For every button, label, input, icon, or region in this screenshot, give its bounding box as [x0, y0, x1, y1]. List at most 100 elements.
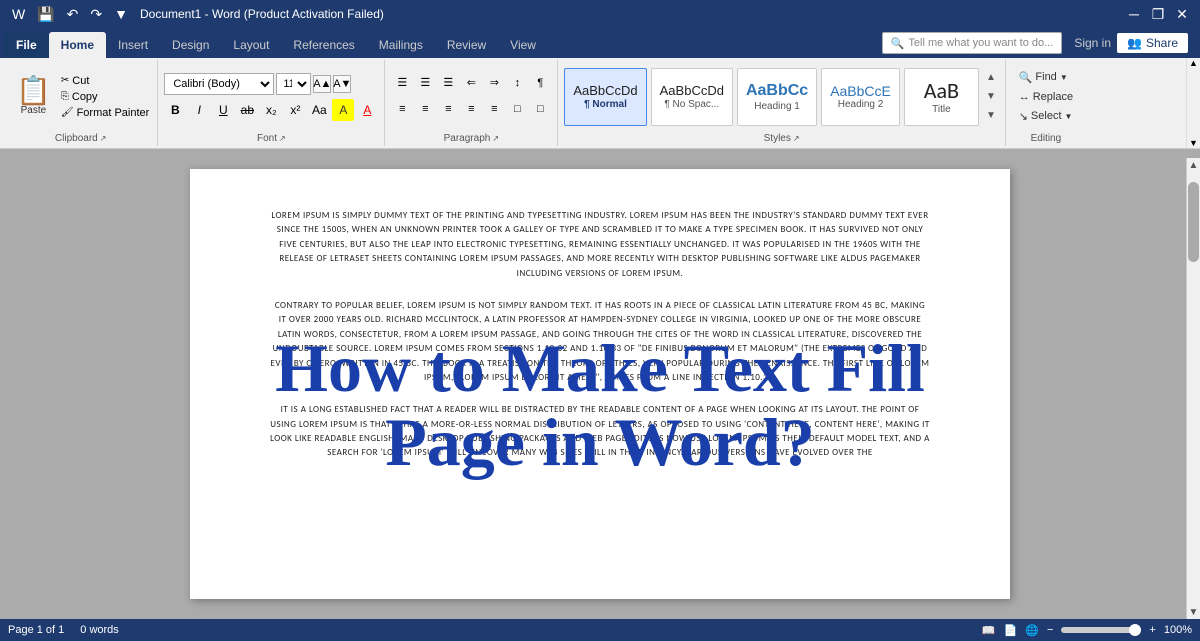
style-scroll-down[interactable]: ▼ — [986, 91, 996, 102]
strikethrough-button[interactable]: ab — [236, 99, 258, 121]
font-name-row: Calibri (Body) 11 A▲ A▼ — [164, 73, 378, 95]
close-button[interactable]: ✕ — [1172, 4, 1192, 24]
minimize-button[interactable]: ─ — [1124, 4, 1144, 24]
tab-file[interactable]: File — [4, 32, 49, 58]
view-print-icon[interactable]: 📄 — [1004, 624, 1018, 637]
multilevel-button[interactable]: ☰ — [437, 72, 459, 94]
clipboard-content: 📋 Paste ✂ Cut ⎘ Copy 🖌 — [10, 62, 151, 131]
share-icon: 👥 — [1127, 36, 1142, 50]
font-size-increase-button[interactable]: A▲ — [313, 75, 331, 93]
scroll-thumb[interactable] — [1188, 182, 1199, 262]
clipboard-expand-icon[interactable]: ↗ — [100, 134, 107, 143]
font-expand-icon[interactable]: ↗ — [279, 134, 286, 143]
font-color-button[interactable]: A — [356, 99, 378, 121]
select-dropdown-icon[interactable]: ▼ — [1065, 112, 1073, 121]
redo-icon[interactable]: ↷ — [86, 4, 106, 25]
bullets-button[interactable]: ☰ — [391, 72, 413, 94]
save-icon[interactable]: 💾 — [33, 4, 58, 25]
align-center-button[interactable]: ≡ — [414, 98, 436, 120]
signin-button[interactable]: Sign in — [1074, 36, 1111, 50]
style-no-spacing-preview: AaBbCcDd — [660, 83, 724, 99]
cut-button[interactable]: ✂ Cut — [59, 74, 151, 88]
style-no-spacing-label: ¶ No Spac... — [664, 99, 719, 110]
tell-me-input[interactable]: 🔍 Tell me what you want to do... — [882, 32, 1063, 54]
styles-expand-icon[interactable]: ↗ — [793, 134, 800, 143]
tab-insert[interactable]: Insert — [106, 32, 160, 58]
style-scroll-more[interactable]: ▼ — [986, 110, 996, 121]
tab-review[interactable]: Review — [435, 32, 498, 58]
tab-design[interactable]: Design — [160, 32, 221, 58]
tell-me-text: Tell me what you want to do... — [908, 37, 1053, 49]
italic-button[interactable]: I — [188, 99, 210, 121]
paragraph-2: CONTRARY TO POPULAR BELIEF, LOREM IPSUM … — [270, 299, 930, 385]
style-title-label: Title — [932, 104, 951, 115]
decrease-indent-button[interactable]: ⇐ — [460, 72, 482, 94]
font-name-selector[interactable]: Calibri (Body) — [164, 73, 274, 95]
increase-indent-button[interactable]: ⇒ — [483, 72, 505, 94]
styles-group: AaBbCcDd ¶ Normal AaBbCcDd ¶ No Spac... … — [558, 60, 1006, 146]
select-icon: ↘ — [1019, 110, 1028, 123]
search-icon: 🔍 — [891, 37, 905, 50]
style-normal-label: ¶ Normal — [584, 99, 627, 110]
style-heading2[interactable]: AaBbCcE Heading 2 — [821, 68, 900, 126]
underline-button[interactable]: U — [212, 99, 234, 121]
shading-button[interactable]: □ — [506, 98, 528, 120]
style-title-preview: AaB — [924, 78, 959, 104]
tab-view[interactable]: View — [498, 32, 548, 58]
sort-button[interactable]: ↕ — [506, 72, 528, 94]
tab-home[interactable]: Home — [49, 32, 106, 58]
scroll-track[interactable] — [1187, 172, 1200, 605]
undo-icon[interactable]: ↶ — [63, 4, 83, 25]
select-button[interactable]: ↘ Select ▼ — [1015, 108, 1077, 125]
view-read-icon[interactable]: 📖 — [982, 624, 996, 637]
styles-row: AaBbCcDd ¶ Normal AaBbCcDd ¶ No Spac... … — [564, 62, 999, 131]
highlight-button[interactable]: A — [332, 99, 354, 121]
font-size-selector[interactable]: 11 — [276, 73, 311, 95]
subscript-button[interactable]: x₂ — [260, 99, 282, 121]
tab-references[interactable]: References — [281, 32, 366, 58]
style-heading1[interactable]: AaBbCc Heading 1 — [737, 68, 817, 126]
editing-group: 🔍 Find ▼ ↔ Replace ↘ Select ▼ Ed — [1006, 60, 1086, 146]
replace-button[interactable]: ↔ Replace — [1015, 89, 1077, 105]
numbering-button[interactable]: ☰ — [414, 72, 436, 94]
superscript-button[interactable]: x² — [284, 99, 306, 121]
share-button[interactable]: 👥 Share — [1117, 33, 1188, 53]
tab-mailings[interactable]: Mailings — [367, 32, 435, 58]
tab-layout[interactable]: Layout — [221, 32, 281, 58]
status-right: 📖 📄 🌐 − + 100% — [982, 624, 1192, 637]
find-dropdown-icon[interactable]: ▼ — [1060, 73, 1068, 82]
change-case-button[interactable]: Aa — [308, 99, 330, 121]
restore-button[interactable]: ❐ — [1148, 4, 1168, 24]
scroll-down-button[interactable]: ▼ — [1187, 605, 1200, 619]
style-scroll-up[interactable]: ▲ — [986, 72, 996, 83]
format-painter-label: Format Painter — [77, 107, 150, 119]
customize-icon[interactable]: ▼ — [110, 4, 132, 24]
borders-button[interactable]: □ — [529, 98, 551, 120]
font-format-row: B I U ab x₂ x² Aa A A — [164, 99, 378, 121]
zoom-out-button[interactable]: − — [1047, 624, 1053, 636]
ribbon-scroll-down[interactable]: ▼ — [1189, 138, 1198, 148]
copy-button[interactable]: ⎘ Copy — [59, 90, 151, 104]
ribbon-scroll: ▲ ▼ — [1186, 58, 1200, 148]
style-title[interactable]: AaB Title — [904, 68, 979, 126]
style-no-spacing[interactable]: AaBbCcDd ¶ No Spac... — [651, 68, 733, 126]
find-button[interactable]: 🔍 Find ▼ — [1015, 69, 1077, 86]
justify-button[interactable]: ≡ — [460, 98, 482, 120]
align-left-button[interactable]: ≡ — [391, 98, 413, 120]
show-hide-button[interactable]: ¶ — [529, 72, 551, 94]
font-label: Font ↗ — [257, 133, 286, 144]
zoom-in-button[interactable]: + — [1149, 624, 1155, 636]
clipboard-sub: ✂ Cut ⎘ Copy 🖌 Format Painter — [59, 74, 151, 120]
app-window: W 💾 ↶ ↷ ▼ Document1 - Word (Product Acti… — [0, 0, 1200, 641]
bold-button[interactable]: B — [164, 99, 186, 121]
format-painter-button[interactable]: 🖌 Format Painter — [59, 106, 151, 120]
scroll-up-button[interactable]: ▲ — [1187, 158, 1200, 172]
view-web-icon[interactable]: 🌐 — [1025, 624, 1039, 637]
paste-button[interactable]: 📋 Paste — [10, 75, 57, 118]
style-normal[interactable]: AaBbCcDd ¶ Normal — [564, 68, 646, 126]
font-size-decrease-button[interactable]: A▼ — [333, 75, 351, 93]
ribbon-scroll-up[interactable]: ▲ — [1189, 58, 1198, 68]
line-spacing-button[interactable]: ≡ — [483, 98, 505, 120]
align-right-button[interactable]: ≡ — [437, 98, 459, 120]
paragraph-expand-icon[interactable]: ↗ — [492, 134, 499, 143]
